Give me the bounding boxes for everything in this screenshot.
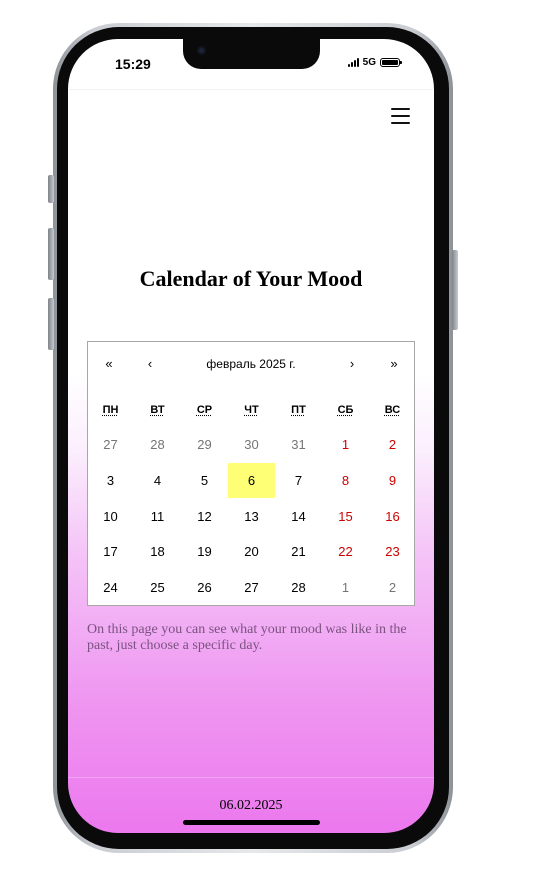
month-label[interactable]: февраль 2025 г. <box>88 354 414 374</box>
calendar-day[interactable]: 8 <box>322 463 369 499</box>
calendar-day[interactable]: 28 <box>275 570 322 606</box>
calendar-day[interactable]: 19 <box>181 534 228 570</box>
calendar-day[interactable]: 7 <box>275 463 322 499</box>
status-time: 15:29 <box>115 56 151 72</box>
weekday-header: ПН ВТ СР ЧТ ПТ СБ ВС <box>87 404 416 416</box>
power-button <box>452 250 458 330</box>
calendar-day[interactable]: 2 <box>369 570 416 606</box>
calendar-day[interactable]: 28 <box>134 427 181 463</box>
battery-icon <box>380 58 402 67</box>
day-grid: 27 28 29 30 31 1 2 3 4 5 6 7 8 9 10 11 1… <box>87 427 416 605</box>
front-camera-icon <box>197 46 206 55</box>
calendar-day[interactable]: 14 <box>275 498 322 534</box>
calendar-day[interactable]: 31 <box>275 427 322 463</box>
calendar-day[interactable]: 29 <box>181 427 228 463</box>
calendar-day[interactable]: 1 <box>322 427 369 463</box>
calendar-day[interactable]: 16 <box>369 498 416 534</box>
calendar-day[interactable]: 30 <box>228 427 275 463</box>
calendar-day[interactable]: 25 <box>134 570 181 606</box>
calendar-widget: « ‹ февраль 2025 г. › » ПН ВТ СР ЧТ ПТ С… <box>87 341 415 606</box>
weekday-label: ВС <box>384 404 401 416</box>
weekday-label: ВТ <box>150 404 165 416</box>
calendar-day[interactable]: 22 <box>322 534 369 570</box>
calendar-day[interactable]: 10 <box>87 498 134 534</box>
calendar-day[interactable]: 20 <box>228 534 275 570</box>
volume-up-button <box>48 228 54 280</box>
calendar-day[interactable]: 21 <box>275 534 322 570</box>
calendar-day[interactable]: 27 <box>228 570 275 606</box>
phone-screen: 15:29 5G Calendar of Your Mood « ‹ февра… <box>68 39 434 833</box>
mute-switch <box>48 175 54 203</box>
status-indicators: 5G <box>347 57 402 68</box>
next-year-button[interactable]: » <box>381 354 407 374</box>
weekday-label: СР <box>196 404 213 416</box>
calendar-day[interactable]: 11 <box>134 498 181 534</box>
calendar-day[interactable]: 1 <box>322 570 369 606</box>
signal-icon <box>347 58 359 67</box>
footer-divider <box>68 777 434 778</box>
calendar-day[interactable]: 17 <box>87 534 134 570</box>
calendar-day[interactable]: 27 <box>87 427 134 463</box>
page-title: Calendar of Your Mood <box>139 266 363 291</box>
calendar-day[interactable]: 5 <box>181 463 228 499</box>
calendar-day[interactable]: 12 <box>181 498 228 534</box>
network-type: 5G <box>362 57 376 68</box>
home-indicator[interactable] <box>183 820 320 825</box>
calendar-day[interactable]: 3 <box>87 463 134 499</box>
hamburger-menu-icon[interactable] <box>391 108 410 125</box>
weekday-label: ПН <box>102 404 119 416</box>
calendar-day[interactable]: 9 <box>369 463 416 499</box>
footer-date: 06.02.2025 <box>219 798 283 813</box>
page-description: On this page you can see what your mood … <box>87 622 407 653</box>
weekday-label: СБ <box>337 404 354 416</box>
calendar-day-today[interactable]: 6 <box>228 462 275 499</box>
calendar-day[interactable]: 2 <box>369 427 416 463</box>
weekday-label: ПТ <box>291 404 306 416</box>
header-divider <box>68 89 434 90</box>
calendar-day[interactable]: 18 <box>134 534 181 570</box>
next-month-button[interactable]: › <box>339 354 365 374</box>
calendar-day[interactable]: 15 <box>322 498 369 534</box>
calendar-day[interactable]: 4 <box>134 463 181 499</box>
volume-down-button <box>48 298 54 350</box>
calendar-day[interactable]: 23 <box>369 534 416 570</box>
calendar-day[interactable]: 24 <box>87 570 134 606</box>
calendar-day[interactable]: 26 <box>181 570 228 606</box>
calendar-day[interactable]: 13 <box>228 498 275 534</box>
weekday-label: ЧТ <box>244 404 259 416</box>
notch <box>183 39 320 69</box>
